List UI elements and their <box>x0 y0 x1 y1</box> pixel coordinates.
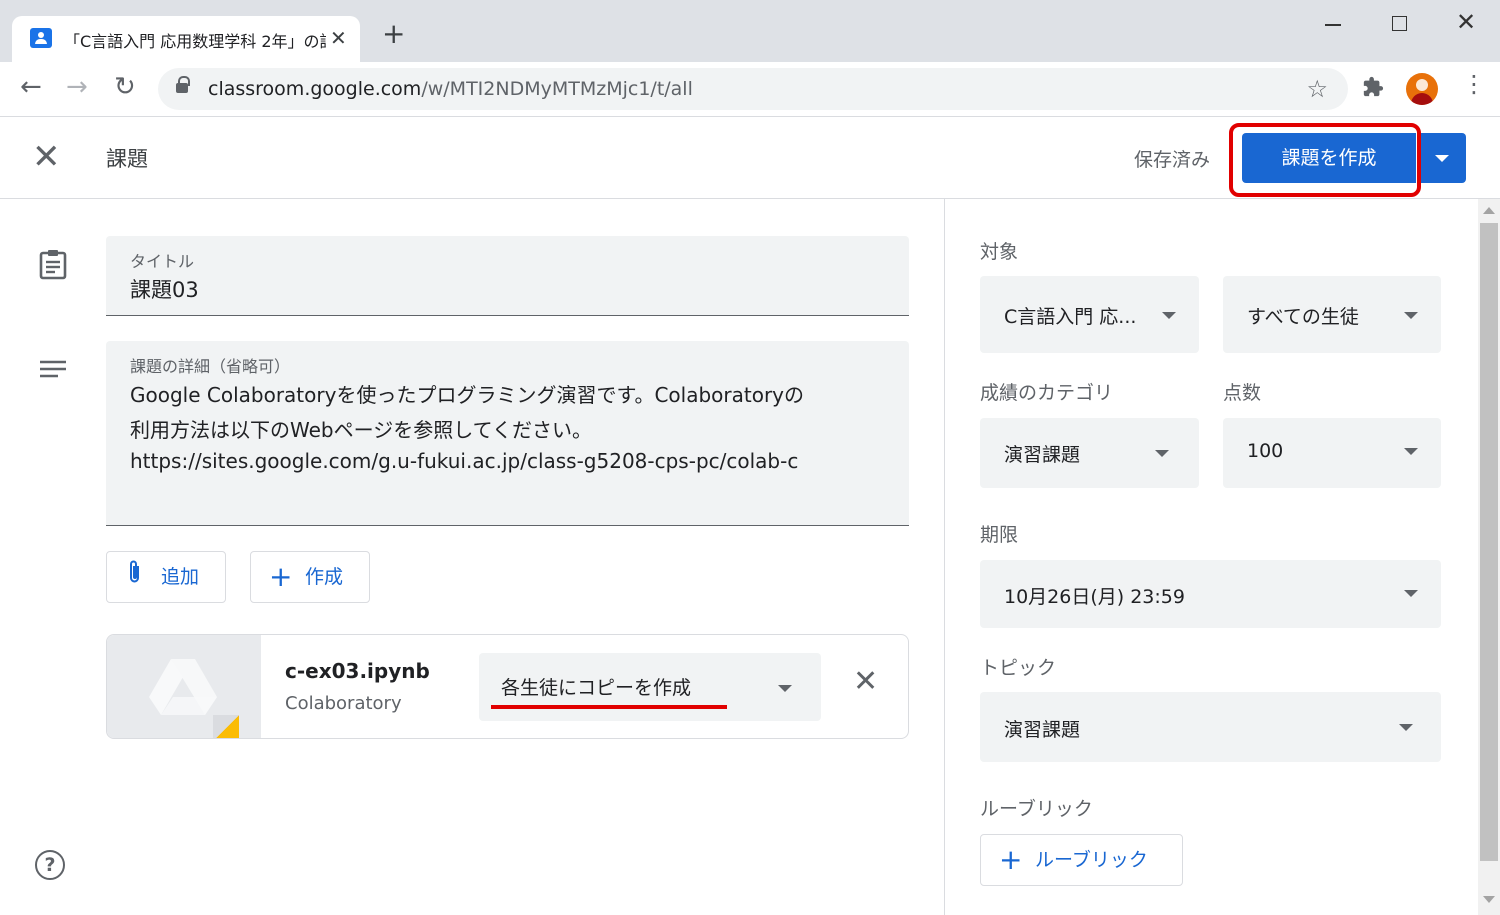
description-line: Google Colaboratoryを使ったプログラミング演習です。Colab… <box>130 383 805 407</box>
close-icon[interactable]: ✕ <box>32 137 61 177</box>
browser-menu-icon[interactable]: ⋮ <box>1462 72 1486 96</box>
description-line: 利用方法は以下のWebページを参照してください。 <box>130 418 593 442</box>
new-tab-button[interactable]: + <box>382 20 405 48</box>
attachment-thumbnail <box>107 635 261 738</box>
assignment-header: ✕ 課題 保存済み 課題を作成 <box>0 117 1500 199</box>
save-status: 保存済み <box>1134 149 1211 171</box>
url-text[interactable]: classroom.google.com/w/MTI2NDMyMTMzMjc1/… <box>208 78 693 100</box>
annotation-underline <box>491 705 727 709</box>
title-input[interactable]: タイトル 課題03 <box>106 236 909 316</box>
extensions-icon[interactable] <box>1362 76 1384 104</box>
class-select-value: C言語入門 応... <box>1004 306 1137 328</box>
profile-avatar[interactable] <box>1406 73 1438 105</box>
chevron-down-icon <box>1162 312 1176 319</box>
browser-tab[interactable]: 「C言語入門 応用数理学科 2年」の課題 ✕ <box>12 16 360 62</box>
maximize-button[interactable] <box>1392 16 1407 31</box>
add-attachment-button[interactable]: 追加 <box>106 551 226 603</box>
file-type-corner <box>213 715 239 738</box>
points-select[interactable]: 100 <box>1223 418 1441 488</box>
class-select[interactable]: C言語入門 応... <box>980 276 1199 353</box>
plus-icon: + <box>999 843 1023 876</box>
help-icon[interactable]: ? <box>35 850 65 880</box>
chevron-down-icon <box>1404 590 1418 597</box>
paperclip-icon <box>127 554 143 604</box>
create-attachment-button[interactable]: + 作成 <box>250 551 370 603</box>
address-bar[interactable]: classroom.google.com/w/MTI2NDMyMTMzMjc1/… <box>158 68 1348 110</box>
scrollbar-thumb[interactable] <box>1480 223 1498 861</box>
scroll-down-arrow[interactable] <box>1483 896 1495 903</box>
share-mode-value: 各生徒にコピーを作成 <box>501 677 692 699</box>
chevron-down-icon <box>1399 724 1413 731</box>
url-path: /w/MTI2NDMyMTMzMjc1/t/all <box>421 78 693 100</box>
drive-icon <box>147 657 219 721</box>
attachment-card[interactable]: c-ex03.ipynb Colaboratory 各生徒にコピーを作成 ✕ <box>106 634 909 739</box>
grade-category-label: 成績のカテゴリ <box>980 382 1114 404</box>
students-select[interactable]: すべての生徒 <box>1223 276 1441 353</box>
page-title: 課題 <box>106 147 148 171</box>
window-close-button[interactable]: ✕ <box>1456 8 1476 36</box>
rubric-label: ルーブリック <box>980 798 1093 820</box>
create-options-dropdown[interactable] <box>1418 133 1466 183</box>
attachment-file-name[interactable]: c-ex03.ipynb <box>285 659 430 683</box>
lock-icon <box>176 76 190 93</box>
remove-attachment-button[interactable]: ✕ <box>853 667 878 697</box>
add-rubric-button[interactable]: + ルーブリック <box>980 834 1183 886</box>
title-value[interactable]: 課題03 <box>130 274 199 304</box>
chevron-down-icon <box>778 685 792 692</box>
points-label: 点数 <box>1223 382 1262 404</box>
description-input[interactable]: 課題の詳細（省略可） Google Colaboratoryを使ったプログラミン… <box>106 341 909 526</box>
topic-label: トピック <box>980 657 1057 679</box>
plus-icon: + <box>269 560 293 593</box>
tab-close-button[interactable]: ✕ <box>330 26 347 50</box>
add-label: 追加 <box>161 566 200 588</box>
url-host: classroom.google.com <box>208 78 422 100</box>
create-assignment-button[interactable]: 課題を作成 <box>1242 133 1416 183</box>
due-date-select[interactable]: 10月26日(月) 23:59 <box>980 560 1441 628</box>
scrollbar[interactable] <box>1478 199 1500 915</box>
topic-value: 演習課題 <box>1004 719 1081 741</box>
scroll-up-arrow[interactable] <box>1483 207 1495 214</box>
chevron-down-icon <box>1155 450 1169 457</box>
browser-toolbar: ← → ↻ classroom.google.com/w/MTI2NDMyMTM… <box>0 62 1500 117</box>
chevron-down-icon <box>1404 312 1418 319</box>
due-date-value: 10月26日(月) 23:59 <box>1004 586 1185 608</box>
title-label: タイトル <box>130 252 195 271</box>
back-arrow-icon[interactable]: ← <box>20 74 42 100</box>
points-value: 100 <box>1247 440 1284 462</box>
due-label: 期限 <box>980 524 1019 546</box>
description-line: https://sites.google.com/g.u-fukui.ac.jp… <box>130 449 799 473</box>
grade-category-value: 演習課題 <box>1004 444 1081 466</box>
students-select-value: すべての生徒 <box>1247 306 1359 328</box>
chevron-down-icon <box>1404 448 1418 455</box>
target-label: 対象 <box>980 241 1019 263</box>
assignment-icon <box>38 248 68 284</box>
notes-icon <box>38 358 68 386</box>
forward-arrow-icon[interactable]: → <box>66 74 88 100</box>
rubric-button-label: ルーブリック <box>1035 849 1148 871</box>
classroom-icon <box>30 28 52 48</box>
topic-select[interactable]: 演習課題 <box>980 692 1441 762</box>
share-mode-select[interactable]: 各生徒にコピーを作成 <box>479 653 821 721</box>
reload-icon[interactable]: ↻ <box>114 74 136 100</box>
minimize-button[interactable] <box>1325 24 1341 26</box>
browser-tabbar: 「C言語入門 応用数理学科 2年」の課題 ✕ + ✕ <box>0 0 1500 62</box>
attachment-file-type: Colaboratory <box>285 693 402 714</box>
grade-category-select[interactable]: 演習課題 <box>980 418 1199 488</box>
description-label: 課題の詳細（省略可） <box>130 357 291 376</box>
bookmark-star-icon[interactable]: ☆ <box>1306 75 1328 103</box>
tab-title: 「C言語入門 応用数理学科 2年」の課題 <box>64 32 326 51</box>
create-label: 作成 <box>305 566 344 588</box>
